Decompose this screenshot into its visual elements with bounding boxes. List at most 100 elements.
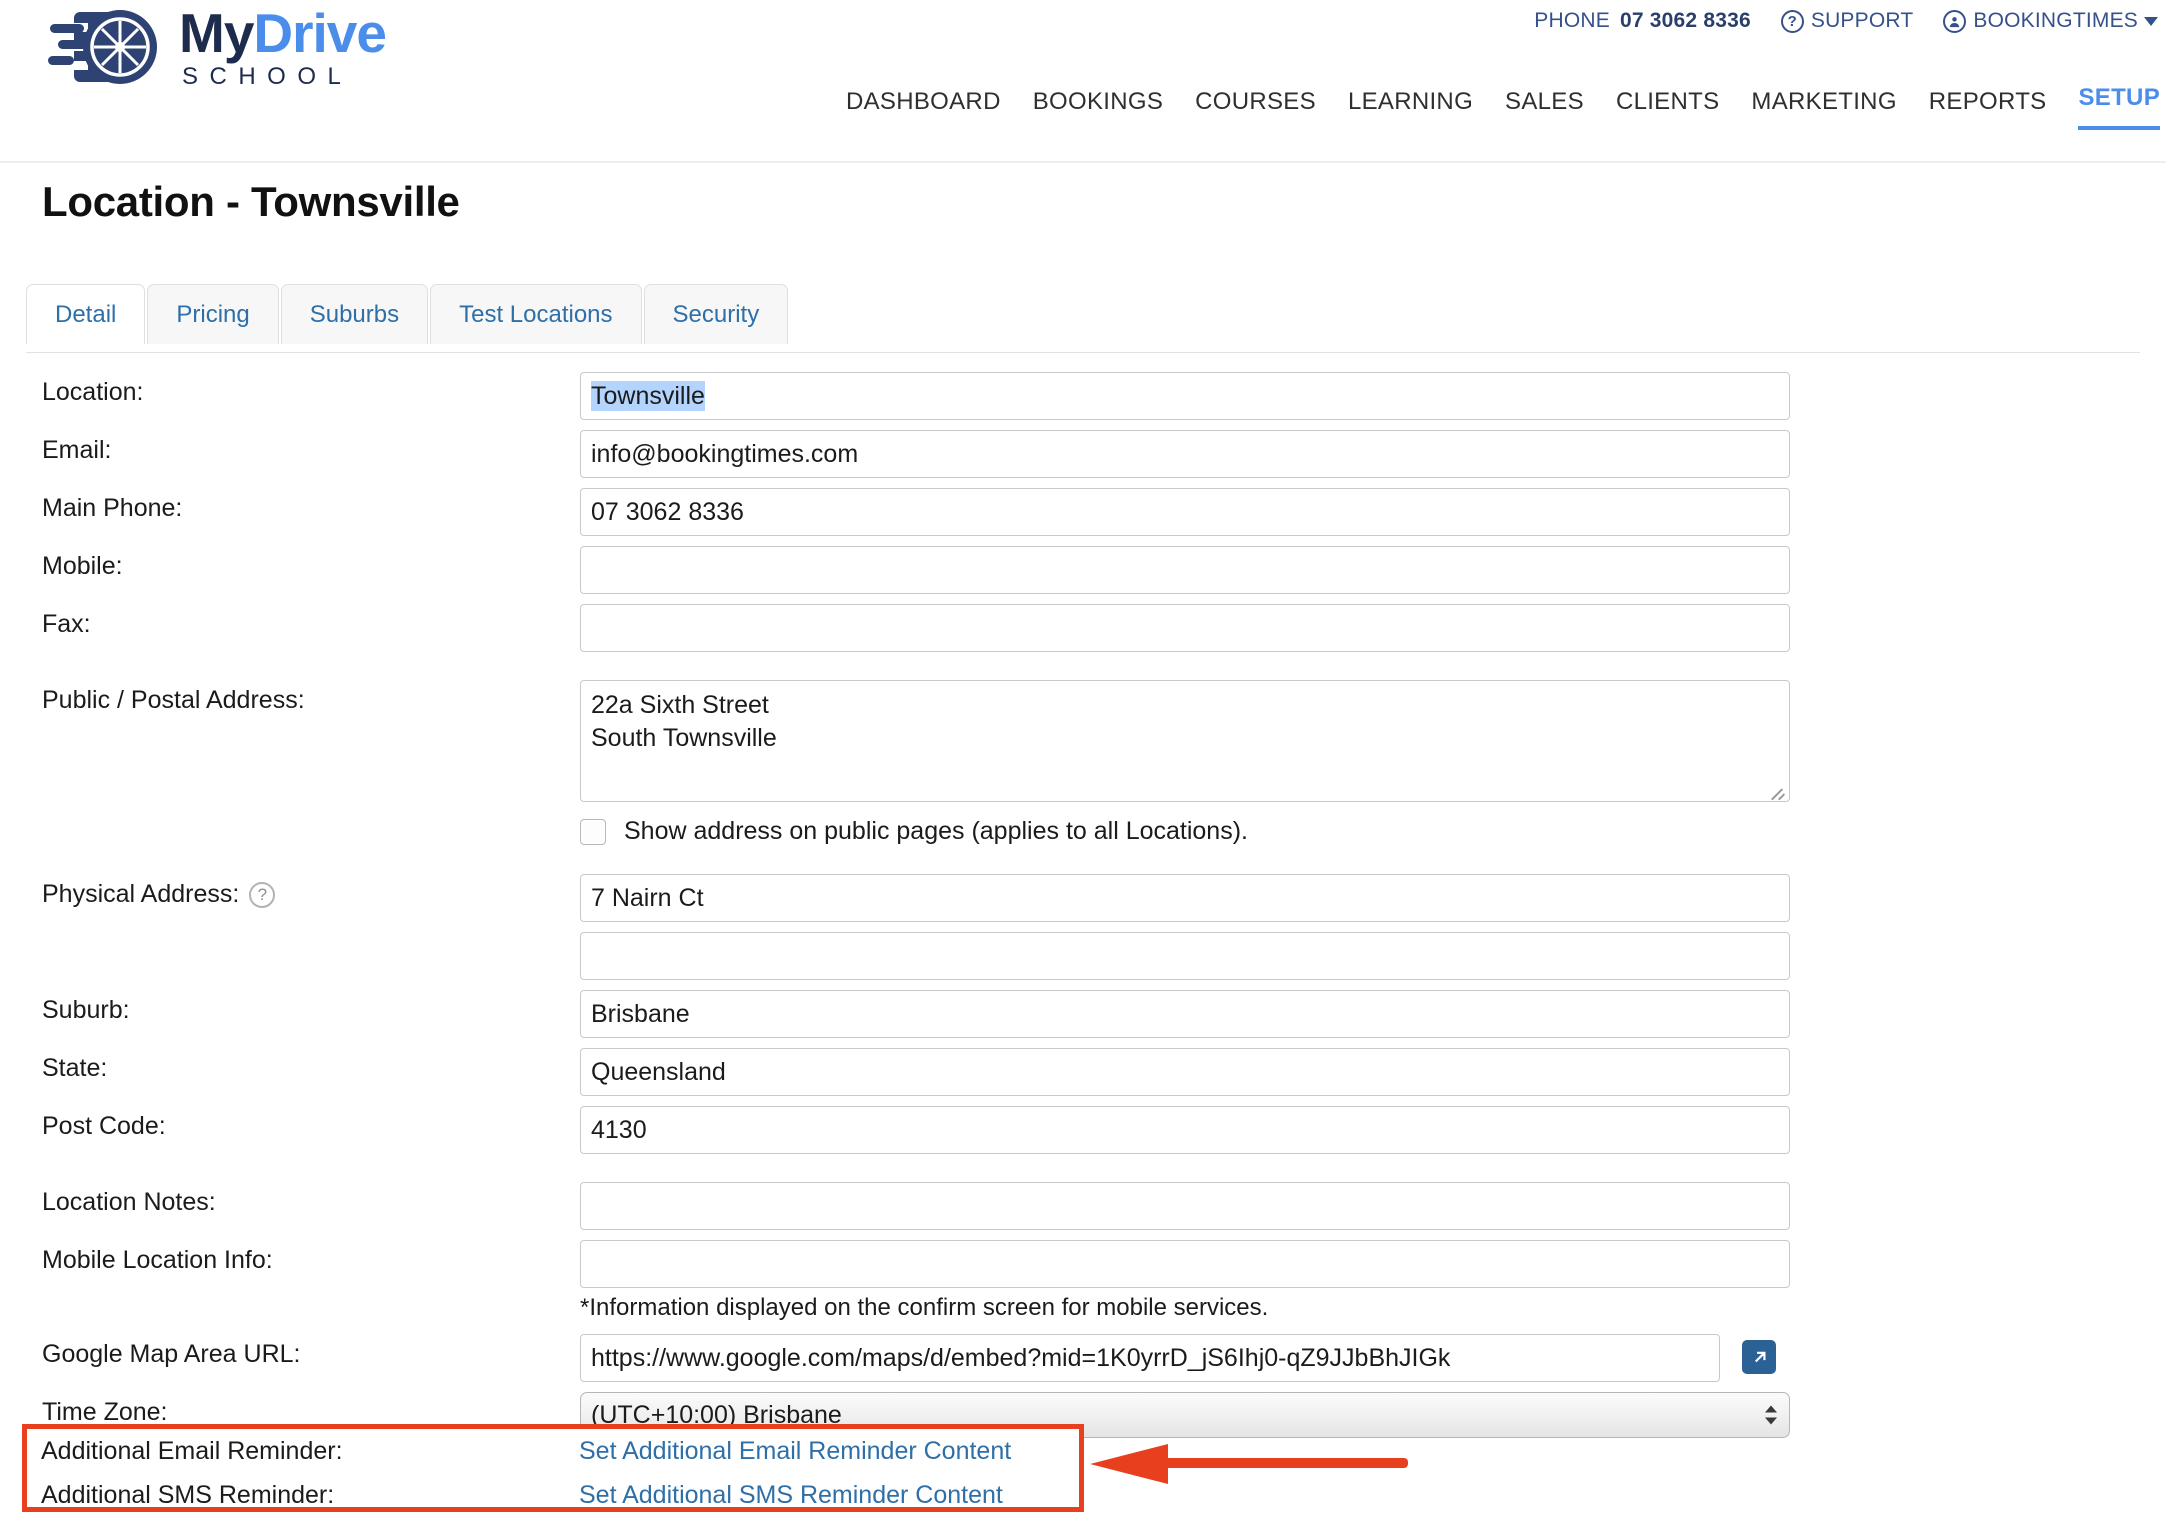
location-input[interactable]: Townsville (580, 372, 1790, 420)
tab-test-locations[interactable]: Test Locations (430, 284, 642, 344)
wheel-motion-icon (48, 10, 157, 84)
field-row-main-phone: Main Phone: 07 3062 8336 (0, 488, 2166, 536)
physical-address-label-text: Physical Address: (42, 880, 240, 908)
main-phone-label: Main Phone: (42, 494, 183, 522)
field-row-physical-address-2 (0, 932, 2166, 980)
account-label: BOOKINGTIMES (1973, 9, 2138, 32)
additional-sms-reminder-label: Additional SMS Reminder: (41, 1480, 335, 1509)
physical-address-input-1[interactable]: 7 Nairn Ct (580, 874, 1790, 922)
field-row-email: Email: info@bookingtimes.com (0, 430, 2166, 478)
additional-email-reminder-row: Additional Email Reminder: Set Additiona… (27, 1429, 1079, 1473)
page-title: Location - Townsville (42, 178, 460, 225)
show-address-checkbox-row[interactable]: Show address on public pages (applies to… (580, 817, 1248, 846)
phone-info: PHONE 07 3062 8336 (1534, 9, 1751, 33)
mobile-location-info-input[interactable] (580, 1240, 1790, 1288)
account-menu[interactable]: BOOKINGTIMES (1943, 9, 2158, 33)
fax-label: Fax: (42, 610, 91, 638)
show-address-spacer (0, 817, 580, 823)
user-circle-icon (1943, 9, 1967, 33)
field-row-fax: Fax: (0, 604, 2166, 652)
nav-item-marketing[interactable]: MARKETING (1751, 88, 1896, 130)
show-address-label: Show address on public pages (applies to… (624, 817, 1248, 845)
field-row-state: State: Queensland (0, 1048, 2166, 1096)
field-row-mobile-location-info: Mobile Location Info: (0, 1240, 2166, 1288)
additional-reminders-highlight-box: Additional Email Reminder: Set Additiona… (22, 1424, 1084, 1512)
email-input[interactable]: info@bookingtimes.com (580, 430, 1790, 478)
set-additional-email-reminder-link[interactable]: Set Additional Email Reminder Content (579, 1437, 1011, 1466)
field-row-postal-address: Public / Postal Address: 22a Sixth Stree… (0, 680, 2166, 807)
suburb-label: Suburb: (42, 996, 130, 1024)
nav-item-clients[interactable]: CLIENTS (1616, 88, 1719, 130)
mobile-input[interactable] (580, 546, 1790, 594)
nav-item-sales[interactable]: SALES (1505, 88, 1584, 130)
header-divider (0, 161, 2166, 163)
left-arrow-annotation (1090, 1444, 1408, 1484)
postal-address-textarea[interactable]: 22a Sixth Street South Townsville (580, 680, 1790, 802)
help-circle-icon[interactable]: ? (249, 881, 276, 908)
nav-item-learning[interactable]: LEARNING (1348, 88, 1473, 130)
location-detail-form: Location: Townsville Email: info@booking… (0, 372, 2166, 1438)
location-label: Location: (42, 378, 144, 406)
postcode-label: Post Code: (42, 1112, 166, 1140)
postal-address-label: Public / Postal Address: (42, 686, 305, 714)
state-input[interactable]: Queensland (580, 1048, 1790, 1096)
physical-address-input-2[interactable] (580, 932, 1790, 980)
physical-address-label: Physical Address: ? (0, 874, 580, 909)
nav-item-dashboard[interactable]: DASHBOARD (846, 88, 1001, 130)
state-label: State: (42, 1054, 108, 1082)
support-label: SUPPORT (1810, 9, 1914, 32)
field-row-show-address: Show address on public pages (applies to… (0, 817, 2166, 846)
logo-text-school: SCHOOL (182, 62, 353, 90)
phone-number: 07 3062 8336 (1619, 9, 1751, 32)
location-notes-label: Location Notes: (42, 1188, 216, 1216)
additional-email-reminder-label: Additional Email Reminder: (41, 1436, 343, 1465)
postal-address-wrap: 22a Sixth Street South Townsville (580, 680, 1790, 807)
field-row-location-notes: Location Notes: (0, 1182, 2166, 1230)
location-notes-input[interactable] (580, 1182, 1790, 1230)
set-additional-sms-reminder-link[interactable]: Set Additional SMS Reminder Content (579, 1481, 1003, 1510)
tab-pricing[interactable]: Pricing (147, 284, 279, 344)
mobile-location-info-label: Mobile Location Info: (42, 1246, 273, 1274)
tab-detail[interactable]: Detail (26, 284, 146, 344)
show-address-checkbox[interactable] (580, 818, 606, 845)
logo-text-drive: Drive (253, 1, 387, 64)
email-label: Email: (42, 436, 112, 464)
map-url-input[interactable]: https://www.google.com/maps/d/embed?mid=… (580, 1334, 1720, 1382)
field-row-mobile: Mobile: (0, 546, 2166, 594)
tab-bar: Detail Pricing Suburbs Test Locations Se… (26, 284, 790, 344)
mobile-info-hint-spacer (0, 1294, 580, 1300)
field-row-physical-address-1: Physical Address: ? 7 Nairn Ct (0, 874, 2166, 922)
timezone-label: Time Zone: (42, 1398, 168, 1426)
field-row-location: Location: Townsville (0, 372, 2166, 420)
field-row-mobile-info-hint: *Information displayed on the confirm sc… (0, 1294, 2166, 1322)
map-url-label: Google Map Area URL: (42, 1340, 301, 1368)
fax-input[interactable] (580, 604, 1790, 652)
location-input-value: Townsville (591, 381, 705, 411)
tab-bar-underline (26, 352, 2140, 353)
field-row-suburb: Suburb: Brisbane (0, 990, 2166, 1038)
mobile-location-info-hint: *Information displayed on the confirm sc… (580, 1294, 1269, 1321)
additional-sms-reminder-row: Additional SMS Reminder: Set Additional … (27, 1473, 1079, 1517)
nav-item-setup[interactable]: SETUP (2078, 84, 2160, 130)
external-link-icon[interactable] (1742, 1340, 1776, 1374)
logo-wordmark: MyDrive SCHOOL (179, 5, 387, 90)
nav-item-reports[interactable]: REPORTS (1929, 88, 2047, 130)
nav-item-courses[interactable]: COURSES (1195, 88, 1316, 130)
phone-label: PHONE (1534, 9, 1610, 32)
mobile-label: Mobile: (42, 552, 123, 580)
physical-address-spacer (0, 932, 580, 938)
suburb-input[interactable]: Brisbane (580, 990, 1790, 1038)
brand-logo[interactable]: MyDrive SCHOOL (48, 4, 387, 90)
tab-suburbs[interactable]: Suburbs (280, 284, 429, 344)
question-circle-icon: ? (1780, 9, 1804, 33)
tab-security[interactable]: Security (643, 284, 789, 344)
support-link[interactable]: ? SUPPORT (1780, 9, 1914, 33)
chevron-down-icon (2144, 16, 2158, 26)
field-row-map-url: Google Map Area URL: https://www.google.… (0, 1334, 2166, 1382)
postcode-input[interactable]: 4130 (580, 1106, 1790, 1154)
field-row-postcode: Post Code: 4130 (0, 1106, 2166, 1154)
logo-text-my: My (179, 1, 254, 64)
main-phone-input[interactable]: 07 3062 8336 (580, 488, 1790, 536)
main-navigation: DASHBOARD BOOKINGS COURSES LEARNING SALE… (846, 84, 2160, 130)
nav-item-bookings[interactable]: BOOKINGS (1033, 88, 1163, 130)
